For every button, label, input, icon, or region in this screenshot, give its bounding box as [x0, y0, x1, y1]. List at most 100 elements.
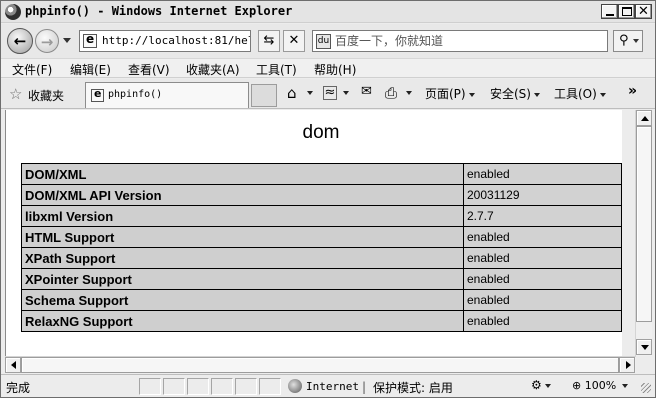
status-panel: [163, 378, 185, 395]
forward-arrow-icon: →: [40, 33, 54, 51]
row-value: 20031129: [463, 184, 622, 206]
page-icon: [83, 32, 97, 48]
stop-button[interactable]: ✕: [283, 30, 305, 52]
row-value: enabled: [463, 163, 622, 185]
menu-file[interactable]: 文件(F): [12, 61, 52, 78]
table-row: XPointer Support enabled: [21, 268, 622, 290]
mail-icon[interactable]: ✉: [361, 84, 372, 99]
divider: |: [362, 380, 367, 394]
row-value: enabled: [463, 310, 622, 332]
arrow-up-icon: [641, 116, 649, 121]
chevron-down-icon: [468, 92, 475, 97]
row-key: libxml Version: [21, 205, 464, 227]
arrow-right-icon: [626, 361, 631, 369]
maximize-icon: [622, 7, 632, 16]
back-button[interactable]: ←: [7, 28, 33, 54]
scroll-left-button[interactable]: [5, 357, 21, 373]
status-panel: [259, 378, 281, 395]
rss-icon[interactable]: ≈: [323, 86, 337, 100]
home-icon[interactable]: ⌂: [287, 84, 297, 102]
close-window-button[interactable]: ✕: [635, 4, 652, 19]
address-bar[interactable]: http://localhost:81/hello.php: [79, 30, 251, 52]
feeds-dropdown[interactable]: [340, 85, 349, 99]
back-arrow-icon: ←: [13, 32, 27, 50]
vertical-scroll-thumb[interactable]: [636, 126, 652, 322]
favorites-bar: ☆ 收藏夹 phpinfo() ⌂ ≈ ✉ ⎙ 页面(P) 安全(S) 工具(O…: [1, 79, 655, 109]
address-input[interactable]: http://localhost:81/hello.php: [102, 34, 250, 47]
globe-icon: [288, 379, 302, 393]
refresh-button[interactable]: ⇆: [258, 30, 280, 52]
page-menu[interactable]: 页面(P): [425, 85, 475, 102]
tab-label: phpinfo(): [108, 89, 163, 100]
print-icon[interactable]: ⎙: [385, 84, 397, 102]
row-value: enabled: [463, 268, 622, 290]
table-row: RelaxNG Support enabled: [21, 310, 622, 332]
security-zone[interactable]: Internet: [306, 380, 359, 393]
minimize-button[interactable]: [601, 4, 618, 19]
page-icon: [91, 87, 104, 102]
ie-logo-icon: [5, 4, 21, 20]
print-dropdown[interactable]: [403, 85, 412, 99]
forward-button[interactable]: →: [35, 29, 59, 53]
scroll-down-button[interactable]: [636, 339, 652, 355]
row-key: DOM/XML: [21, 163, 464, 185]
search-button[interactable]: ⚲: [613, 30, 643, 52]
home-dropdown[interactable]: [304, 85, 313, 99]
menu-favorites[interactable]: 收藏夹(A): [186, 61, 240, 78]
section-heading: dom: [302, 122, 340, 143]
row-key: DOM/XML API Version: [21, 184, 464, 206]
row-key: RelaxNG Support: [21, 310, 464, 332]
menu-edit[interactable]: 编辑(E): [70, 61, 111, 78]
recent-pages-dropdown[interactable]: [63, 38, 71, 43]
window-title: phpinfo() - Windows Internet Explorer: [25, 4, 293, 18]
refresh-icon: ⇆: [263, 33, 275, 48]
menu-help[interactable]: 帮助(H): [314, 61, 356, 78]
chevron-right-icon[interactable]: »: [628, 83, 637, 99]
close-icon: ✕: [638, 4, 649, 19]
zoom-value: 100%: [584, 379, 617, 392]
star-icon[interactable]: ☆: [9, 85, 22, 103]
scroll-up-button[interactable]: [636, 110, 652, 126]
table-row: HTML Support enabled: [21, 226, 622, 248]
row-value: enabled: [463, 226, 622, 248]
search-input[interactable]: [335, 33, 603, 49]
protected-mode-status[interactable]: 保护模式: 启用: [373, 379, 453, 396]
dom-info-table: DOM/XML enabled DOM/XML API Version 2003112…: [21, 163, 622, 332]
search-box[interactable]: du: [312, 30, 608, 52]
minimize-icon: [606, 14, 614, 16]
search-provider-icon: du: [316, 34, 331, 49]
row-key: XPointer Support: [21, 268, 464, 290]
row-key: XPath Support: [21, 247, 464, 269]
status-bar: 完成 Internet | 保护模式: 启用 ⚙ ⊕ 100%: [1, 374, 655, 397]
table-row: XPath Support enabled: [21, 247, 622, 269]
table-row: DOM/XML API Version 20031129: [21, 184, 622, 206]
tools-menu-label: 工具(O): [554, 87, 597, 101]
zoom-level[interactable]: ⊕ 100%: [572, 379, 628, 392]
maximize-button[interactable]: [618, 4, 635, 19]
horizontal-scroll-thumb[interactable]: [21, 357, 619, 373]
row-key: Schema Support: [21, 289, 464, 311]
arrow-left-icon: [11, 361, 16, 369]
resize-grip[interactable]: [641, 383, 651, 393]
tab-phpinfo[interactable]: phpinfo(): [85, 82, 249, 108]
tools-menu[interactable]: 工具(O): [554, 85, 606, 102]
status-panel: [139, 378, 161, 395]
favorites-button[interactable]: 收藏夹: [28, 87, 64, 104]
status-panel: [211, 378, 233, 395]
menu-tools[interactable]: 工具(T): [256, 61, 297, 78]
safety-menu[interactable]: 安全(S): [490, 85, 540, 102]
new-tab-button[interactable]: [251, 84, 277, 107]
search-icon: ⚲: [619, 33, 629, 48]
horizontal-scrollbar[interactable]: [5, 356, 636, 373]
scroll-right-button[interactable]: [619, 357, 635, 373]
table-row: libxml Version 2.7.7: [21, 205, 622, 227]
safety-menu-label: 安全(S): [490, 87, 531, 101]
status-text: 完成: [6, 381, 31, 395]
chevron-down-icon: [621, 384, 628, 388]
chevron-down-icon: [633, 39, 639, 43]
page-menu-label: 页面(P): [425, 87, 466, 101]
popup-blocker-button[interactable]: ⚙: [531, 378, 561, 395]
menu-view[interactable]: 查看(V): [128, 61, 170, 78]
vertical-scrollbar[interactable]: [635, 110, 652, 356]
page-content: dom DOM/XML enabled DOM/XML API Version 200…: [5, 110, 622, 356]
